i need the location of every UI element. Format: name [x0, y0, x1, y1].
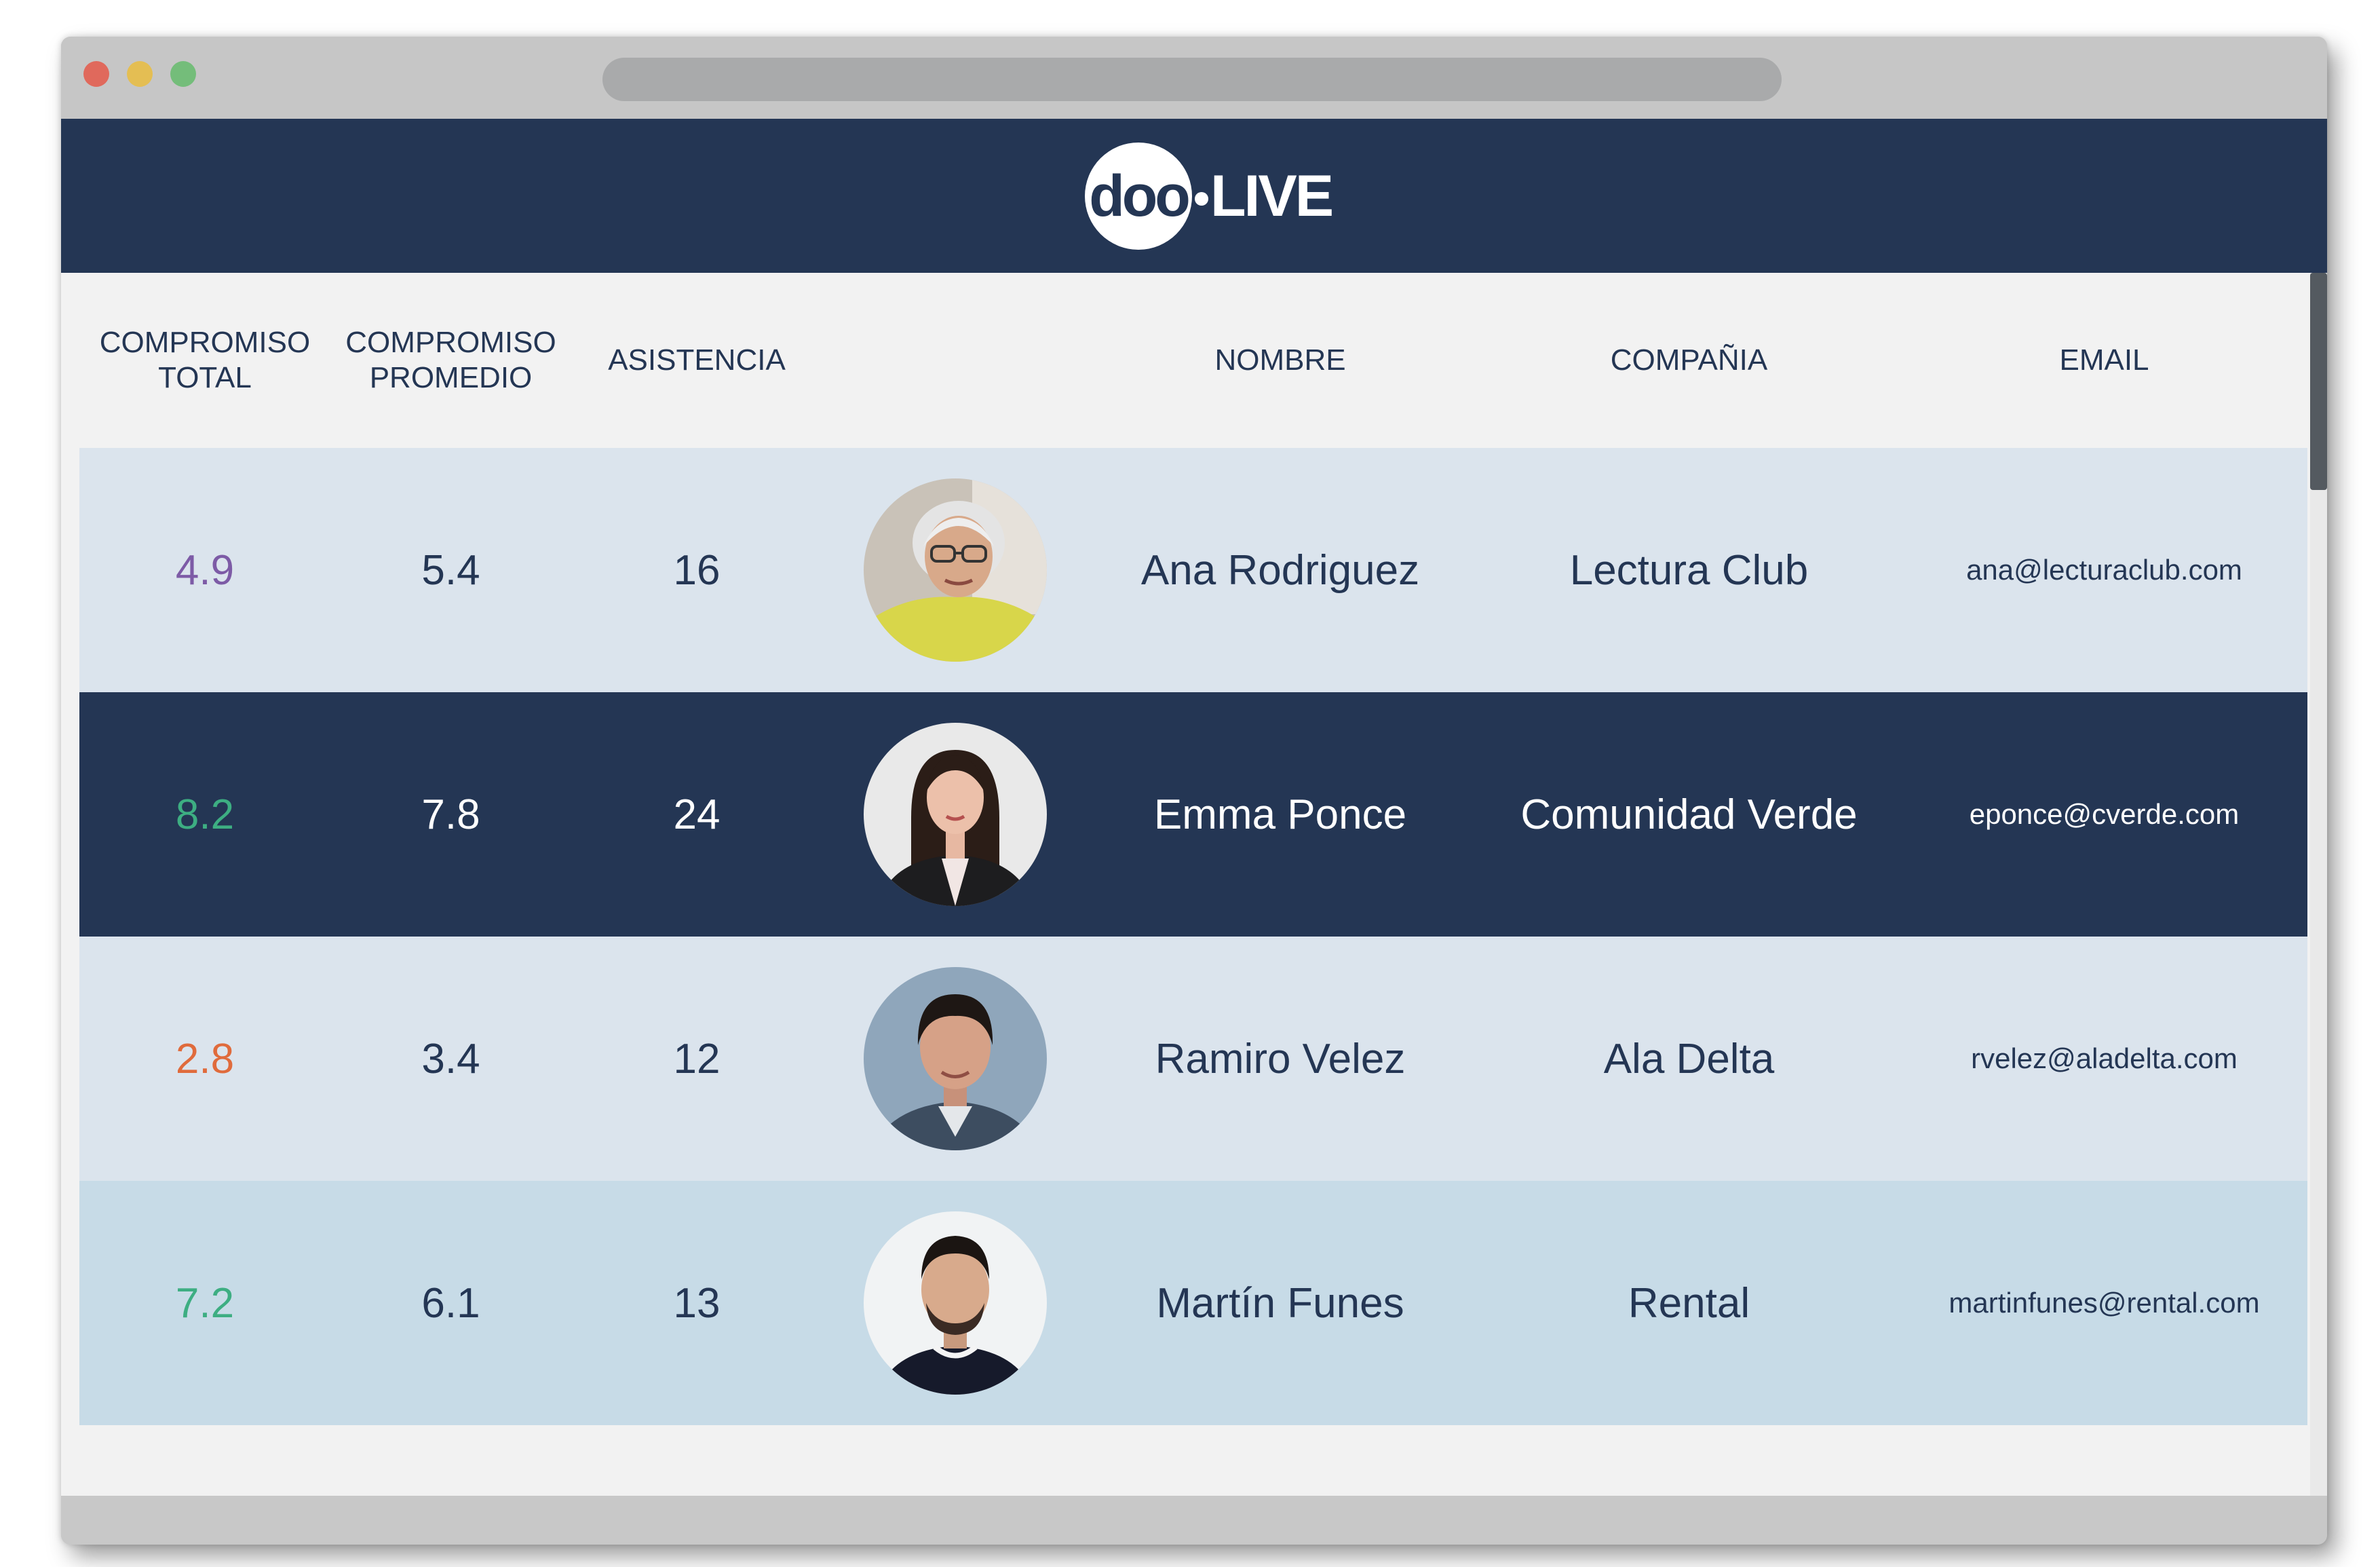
avatar-portrait-icon	[864, 723, 1047, 906]
asistencia-text: 16	[673, 546, 721, 594]
browser-bottom-bar	[61, 1496, 2327, 1545]
nombre-value: Ana Rodriguez	[1083, 448, 1477, 692]
close-window-button[interactable]	[83, 61, 109, 87]
email-value[interactable]: eponce@cverde.com	[1901, 692, 2307, 937]
compania-text: Lectura Club	[1569, 546, 1809, 594]
nombre-value: Martín Funes	[1083, 1181, 1477, 1425]
email-value[interactable]: martinfunes@rental.com	[1901, 1181, 2307, 1425]
email-text: rvelez@aladelta.com	[1971, 1042, 2238, 1074]
email-text: martinfunes@rental.com	[1949, 1287, 2260, 1319]
nombre-value: Ramiro Velez	[1083, 937, 1477, 1181]
address-bar[interactable]	[602, 58, 1782, 101]
header-compania-label: COMPAÑIA	[1610, 343, 1768, 377]
table-row[interactable]: 8.2 7.8 24 Emma Ponce Comunidad Verde ep…	[79, 692, 2307, 937]
nombre-value: Emma Ponce	[1083, 692, 1477, 937]
header-nombre[interactable]: NOMBRE	[1083, 273, 1477, 448]
email-value[interactable]: rvelez@aladelta.com	[1901, 937, 2307, 1181]
asistencia-value: 12	[571, 937, 822, 1181]
compromiso-total-text: 7.2	[175, 1279, 235, 1327]
browser-titlebar	[61, 37, 2327, 119]
compromiso-promedio-value: 3.4	[330, 937, 571, 1181]
compromiso-total-value: 4.9	[79, 448, 330, 692]
doolive-logo[interactable]: doo LIVE	[1085, 143, 1334, 251]
table-row[interactable]: 4.9 5.4 16 Ana Rodriguez Lectura Club an…	[79, 448, 2307, 692]
compania-value: Ala Delta	[1477, 937, 1901, 1181]
asistencia-text: 13	[673, 1279, 721, 1327]
avatar-portrait-icon	[864, 1211, 1047, 1395]
table-header: COMPROMISO TOTAL COMPROMISO PROMEDIO ASI…	[79, 273, 2307, 449]
header-compromiso-total-label: COMPROMISO TOTAL	[99, 326, 311, 394]
email-value[interactable]: ana@lecturaclub.com	[1901, 448, 2307, 692]
compromiso-promedio-value: 6.1	[330, 1181, 571, 1425]
app-header: doo LIVE	[61, 119, 2327, 273]
asistencia-value: 13	[571, 1181, 822, 1425]
logo-live-text: LIVE	[1210, 164, 1334, 229]
table-row[interactable]: 2.8 3.4 12 Ramiro Velez Ala Delta rvelez…	[79, 937, 2307, 1181]
avatar[interactable]	[864, 478, 1047, 662]
header-compromiso-promedio-label: COMPROMISO PROMEDIO	[345, 326, 556, 394]
header-compromiso-promedio[interactable]: COMPROMISO PROMEDIO	[330, 273, 571, 448]
avatar-portrait-icon	[864, 967, 1047, 1150]
nombre-text: Ana Rodriguez	[1140, 546, 1420, 594]
compania-text: Comunidad Verde	[1520, 791, 1858, 838]
minimize-window-button[interactable]	[127, 61, 153, 87]
compania-value: Rental	[1477, 1181, 1901, 1425]
asistencia-text: 12	[673, 1035, 721, 1082]
vertical-scrollbar[interactable]	[2310, 273, 2327, 1496]
header-compania[interactable]: COMPAÑIA	[1477, 273, 1901, 448]
email-text: ana@lecturaclub.com	[1966, 554, 2242, 586]
compromiso-promedio-text: 7.8	[421, 791, 480, 838]
header-asistencia-label: ASISTENCIA	[608, 343, 786, 377]
scrollbar-thumb[interactable]	[2310, 273, 2327, 490]
nombre-text: Ramiro Velez	[1155, 1035, 1406, 1082]
avatar[interactable]	[864, 723, 1047, 906]
compania-value: Lectura Club	[1477, 448, 1901, 692]
header-compromiso-total[interactable]: COMPROMISO TOTAL	[79, 273, 330, 448]
compromiso-promedio-text: 6.1	[421, 1279, 480, 1327]
header-asistencia[interactable]: ASISTENCIA	[571, 273, 822, 448]
compania-text: Rental	[1628, 1279, 1750, 1327]
compromiso-total-text: 2.8	[175, 1035, 235, 1082]
asistencia-value: 16	[571, 448, 822, 692]
header-email-label: EMAIL	[2059, 343, 2149, 377]
logo-dot	[1195, 192, 1208, 206]
avatar-portrait-icon	[864, 478, 1047, 662]
asistencia-value: 24	[571, 692, 822, 937]
nombre-text: Emma Ponce	[1153, 791, 1407, 838]
compromiso-total-text: 8.2	[175, 791, 235, 838]
compromiso-total-value: 2.8	[79, 937, 330, 1181]
compania-value: Comunidad Verde	[1477, 692, 1901, 937]
compromiso-total-value: 8.2	[79, 692, 330, 937]
compromiso-promedio-text: 5.4	[421, 546, 480, 594]
nombre-text: Martín Funes	[1156, 1279, 1404, 1327]
attendees-table-area: COMPROMISO TOTAL COMPROMISO PROMEDIO ASI…	[61, 273, 2327, 1496]
compromiso-promedio-text: 3.4	[421, 1035, 480, 1082]
compromiso-promedio-value: 5.4	[330, 448, 571, 692]
maximize-window-button[interactable]	[170, 61, 196, 87]
compania-text: Ala Delta	[1603, 1035, 1775, 1082]
header-email[interactable]: EMAIL	[1901, 273, 2307, 448]
email-text: eponce@cverde.com	[1969, 798, 2240, 830]
header-nombre-label: NOMBRE	[1214, 343, 1346, 377]
avatar[interactable]	[864, 967, 1047, 1150]
avatar[interactable]	[864, 1211, 1047, 1395]
table-row[interactable]: 7.2 6.1 13 Martín Funes Rental martinfun…	[79, 1181, 2307, 1425]
compromiso-total-value: 7.2	[79, 1181, 330, 1425]
compromiso-total-text: 4.9	[175, 546, 235, 594]
browser-window: doo LIVE COMPROMISO TOTAL COMPROMISO PRO…	[61, 37, 2327, 1545]
compromiso-promedio-value: 7.8	[330, 692, 571, 937]
asistencia-text: 24	[673, 791, 721, 838]
logo-doo-text: doo	[1089, 164, 1191, 229]
